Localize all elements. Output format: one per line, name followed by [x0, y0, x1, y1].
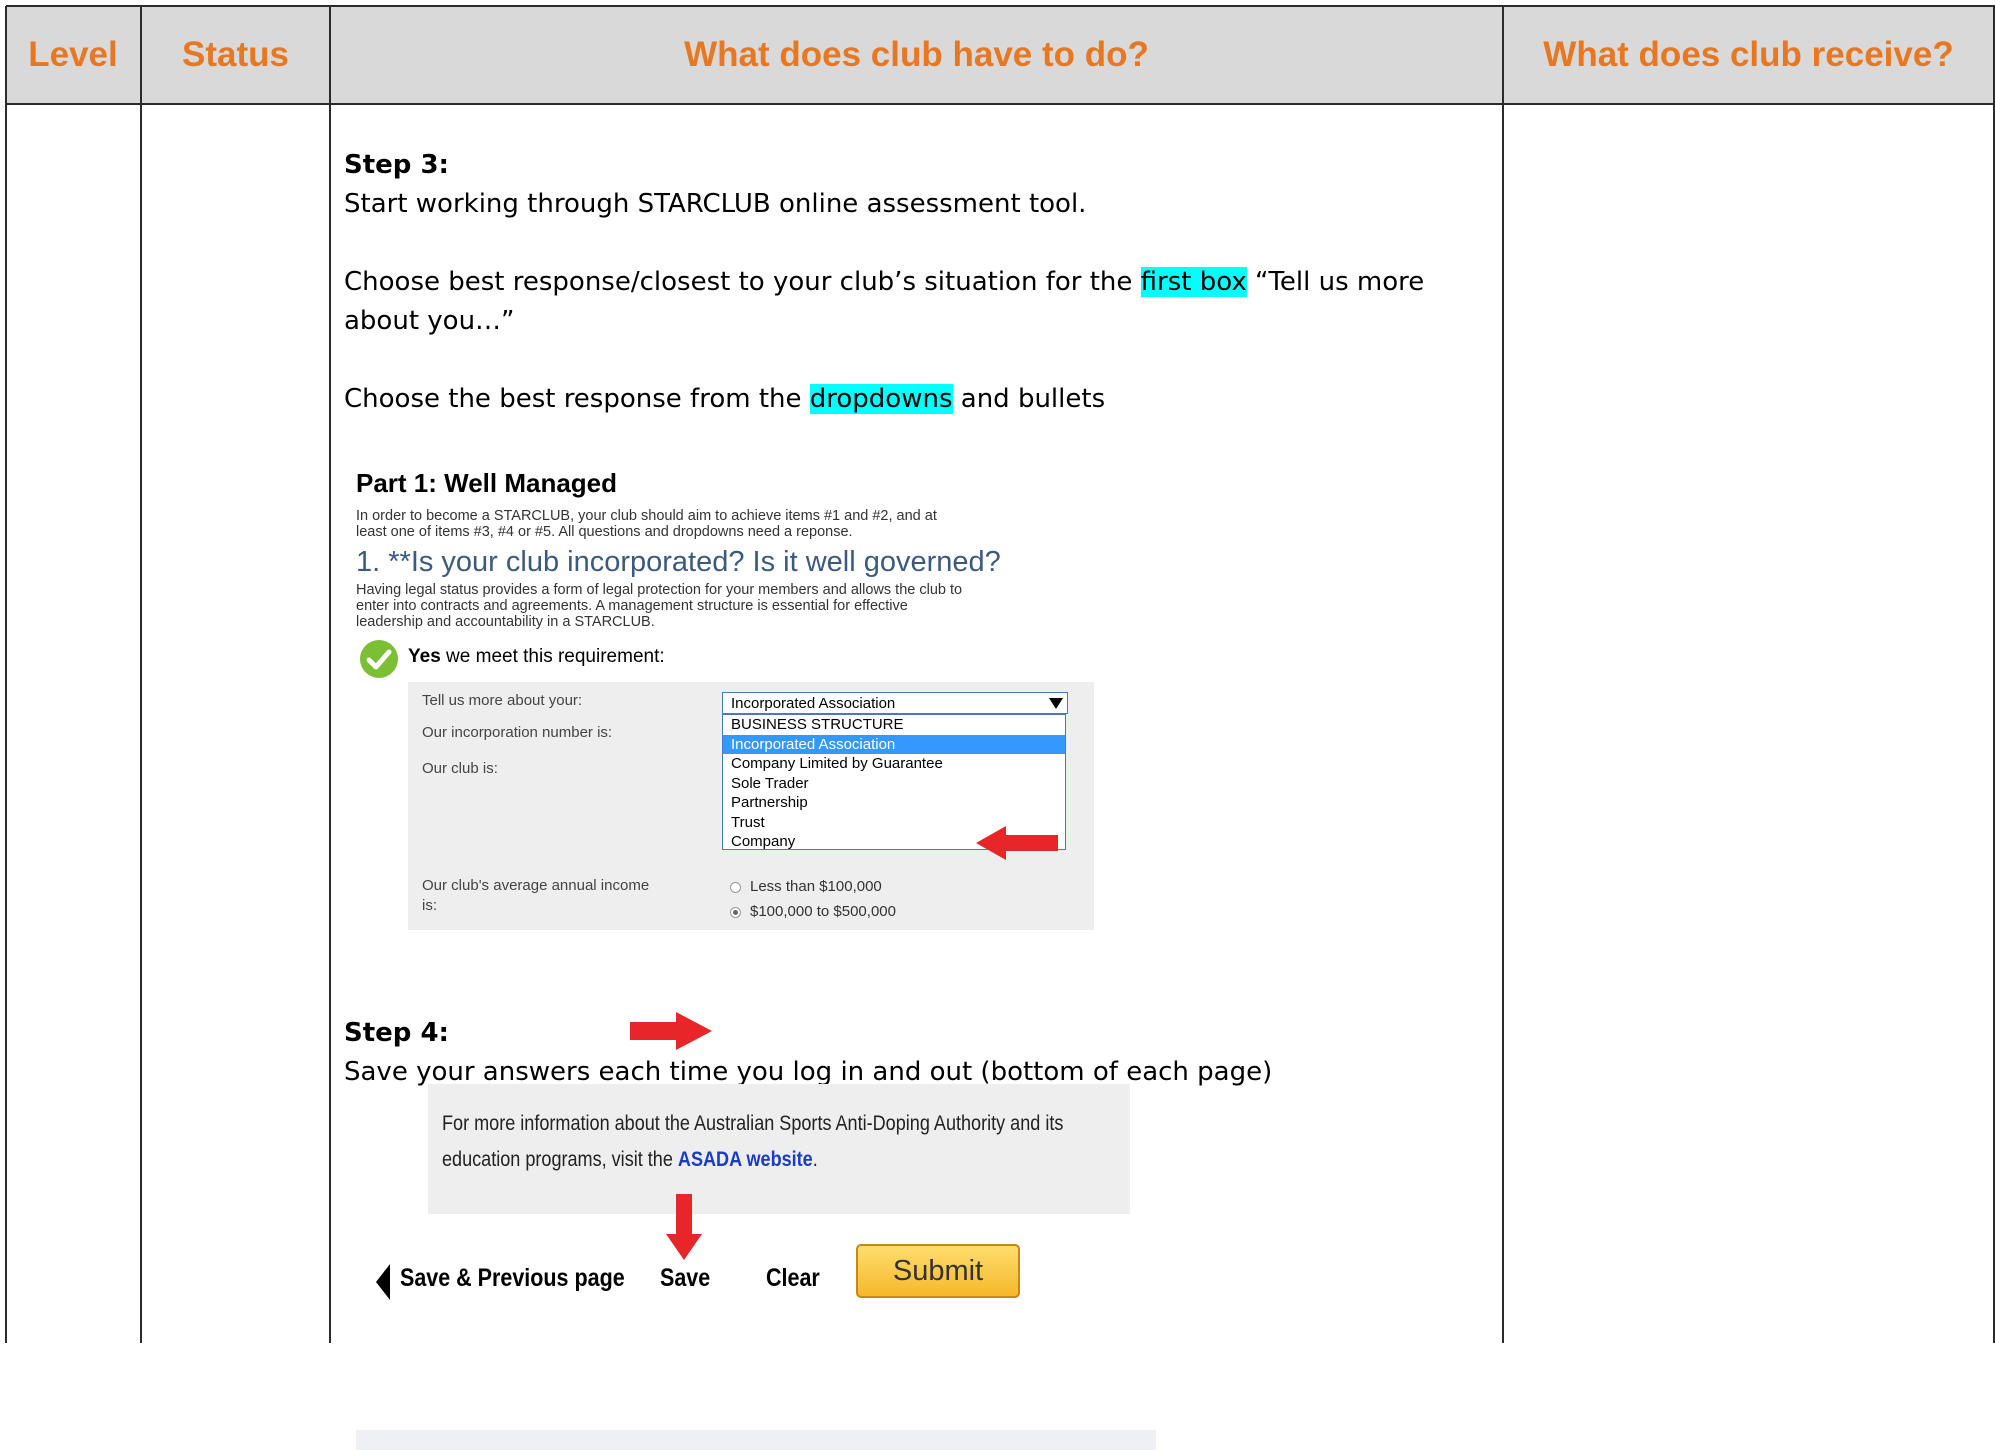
header-todo: What does club have to do?: [684, 35, 1149, 74]
column-divider: [1502, 6, 1504, 1343]
header-status: Status: [182, 35, 289, 74]
highlight-dropdowns: dropdowns: [809, 384, 953, 414]
screenshot-bottom-bar: [356, 1430, 1156, 1450]
red-arrow-icon: [630, 826, 1058, 1050]
table-border-left: [5, 6, 7, 1343]
column-divider: [329, 6, 331, 1343]
step3-line2: Choose best response/closest to your clu…: [344, 267, 1425, 297]
highlight-first-box: first box: [1140, 267, 1247, 297]
form-screenshot: Part 1: Well Managed In order to become …: [356, 452, 1116, 1077]
save-bar-screenshot: For more information about the Australia…: [356, 1084, 1156, 1450]
step4-heading: Step 4:: [344, 1018, 449, 1048]
header-receive: What does club receive?: [1543, 35, 1954, 74]
step3-line1: Start working through STARCLUB online as…: [344, 189, 1087, 219]
step3-line3: about you…”: [344, 306, 515, 336]
header-level: Level: [28, 35, 118, 74]
red-arrow-icon: [666, 1194, 702, 1260]
step3-line4: Choose the best response from the dropdo…: [344, 384, 1106, 414]
column-divider: [140, 6, 142, 1343]
step3-heading: Step 3:: [344, 150, 449, 180]
